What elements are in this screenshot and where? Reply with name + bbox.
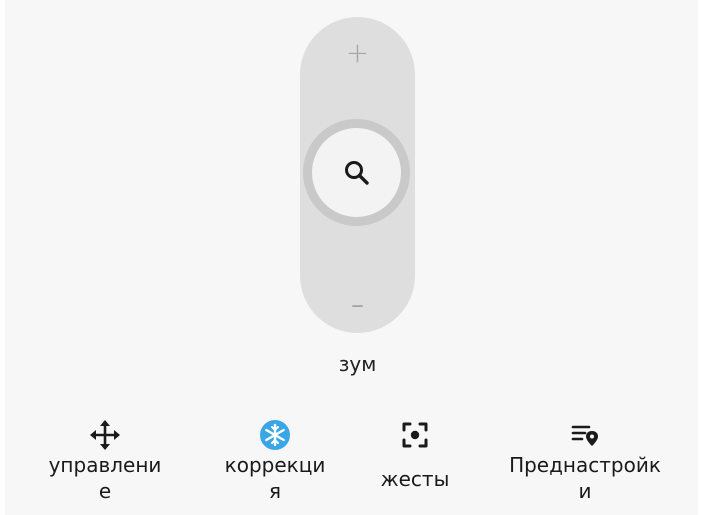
tab-control[interactable]: управлени е bbox=[35, 418, 175, 504]
tab-presets-label-2: и bbox=[578, 479, 592, 503]
tab-correction-label-1: коррекци bbox=[224, 453, 326, 477]
preset-list-pin-icon bbox=[571, 425, 598, 446]
focus-frame-icon bbox=[402, 422, 428, 448]
tab-control-label-2: е bbox=[98, 479, 112, 503]
tab-control-label-1: управлени bbox=[48, 453, 162, 477]
tab-gestures[interactable]: жесты bbox=[365, 418, 465, 492]
tab-presets-label-1: Преднастройк bbox=[509, 453, 661, 477]
zoom-out-button[interactable]: – bbox=[300, 287, 415, 323]
search-icon bbox=[345, 161, 369, 185]
tab-correction[interactable]: коррекци я bbox=[210, 418, 340, 504]
tab-correction-label-2: я bbox=[268, 479, 282, 503]
zoom-slider-knob[interactable] bbox=[303, 119, 410, 226]
snowflake-icon bbox=[260, 420, 290, 450]
zoom-label: зум bbox=[338, 352, 377, 376]
tab-presets[interactable]: Преднастройк и bbox=[490, 418, 680, 504]
move-arrows-icon bbox=[90, 420, 120, 450]
zoom-knob-face[interactable] bbox=[312, 128, 401, 217]
tab-gestures-label: жесты bbox=[380, 467, 450, 491]
zoom-in-button[interactable]: + bbox=[300, 35, 415, 71]
